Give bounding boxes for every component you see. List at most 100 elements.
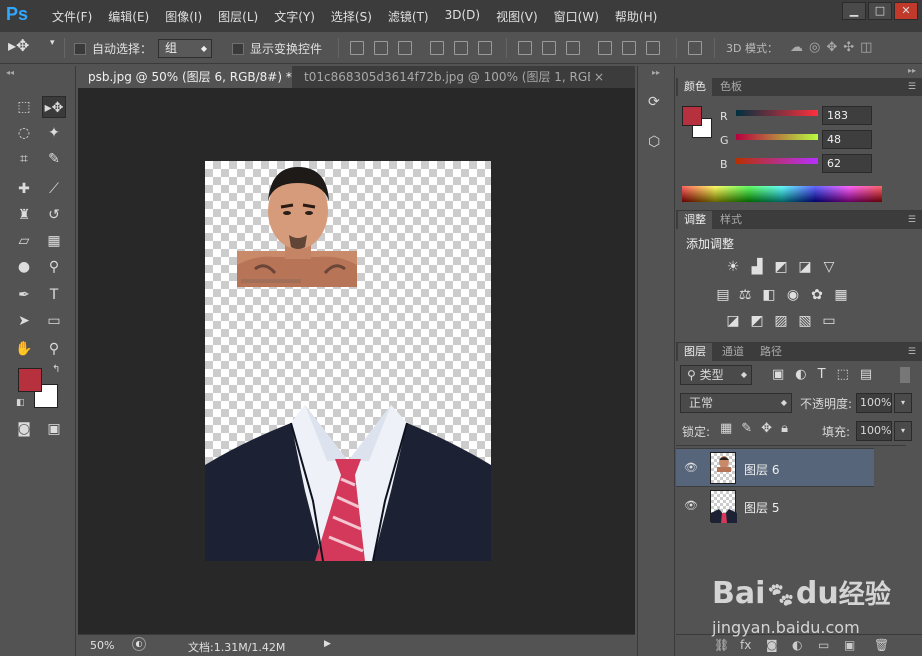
filter-toggle[interactable] [900,367,910,383]
align-right-icon[interactable] [478,41,492,55]
menu-filter[interactable]: 滤镜(T) [388,8,429,25]
threshold-icon[interactable]: ▨ [772,313,790,329]
hand-tool-icon[interactable]: ✋ [12,338,36,360]
rectangle-tool-icon[interactable]: ▭ [42,310,66,332]
history-brush-tool-icon[interactable]: ↺ [42,204,66,226]
layer-name[interactable]: 图层 5 [744,499,779,516]
menu-file[interactable]: 文件(F) [52,8,92,25]
menu-view[interactable]: 视图(V) [496,8,538,25]
fill-value[interactable]: 100% [856,421,892,441]
move-tool-preset-icon[interactable]: ▸✥ [8,36,29,55]
canvas-area[interactable] [78,88,635,634]
panel-menu-icon[interactable]: ☰ [908,215,916,225]
tab-styles[interactable]: 样式 [714,211,748,229]
eyedropper-tool-icon[interactable]: ✎ [42,148,66,170]
distribute-left-icon[interactable] [598,41,612,55]
quick-mask-icon[interactable]: ◙ [12,418,36,440]
color-spectrum[interactable] [682,186,882,202]
red-slider[interactable] [736,110,818,116]
fill-slider-button[interactable]: ▾ [894,421,912,441]
minimize-button[interactable]: ▁ [842,2,866,20]
tab-psb[interactable]: psb.jpg @ 50% (图层 6, RGB/8#) * × [78,66,292,88]
gradient-tool-icon[interactable]: ▦ [42,230,66,252]
swap-colors-icon[interactable]: ↰ [52,364,60,375]
channel-mixer-icon[interactable]: ✿ [808,287,826,303]
distribute-hcenter-icon[interactable] [622,41,636,55]
3d-panel-icon[interactable]: ⬡ [648,134,660,150]
opacity-value[interactable]: 100% [856,393,892,413]
collapse-icon[interactable]: ▸▸ [908,66,916,75]
invert-icon[interactable]: ◪ [724,313,742,329]
healing-brush-tool-icon[interactable]: ✚ [12,178,36,200]
tab-swatches[interactable]: 色板 [714,78,748,96]
lasso-tool-icon[interactable]: ◌ [12,122,36,144]
screen-mode-icon[interactable]: ▣ [42,418,66,440]
layer-name[interactable]: 图层 6 [744,461,779,478]
default-colors-icon[interactable]: ◧ [16,398,25,408]
align-hcenter-icon[interactable] [454,41,468,55]
align-bottom-icon[interactable] [398,41,412,55]
color-lookup-icon[interactable]: ▦ [832,287,850,303]
panel-menu-icon[interactable]: ☰ [908,347,916,357]
opacity-slider-button[interactable]: ▾ [894,393,912,413]
expand-icon[interactable]: ▸▸ [652,68,660,77]
fg-color-swatch[interactable] [682,106,702,126]
tab-paths[interactable]: 路径 [754,343,788,361]
align-top-icon[interactable] [350,41,364,55]
align-vcenter-icon[interactable] [374,41,388,55]
menu-help[interactable]: 帮助(H) [615,8,657,25]
photo-filter-icon[interactable]: ◉ [784,287,802,303]
layer-filter-dropdown[interactable]: ⚲ 类型 ◆ [680,365,752,385]
align-left-icon[interactable] [430,41,444,55]
marquee-tool-icon[interactable]: ⬚ [12,96,36,118]
tab-t01c868[interactable]: t01c868305d3614f72b.jpg @ 100% (图层 1, RG… [294,66,590,88]
gradient-map-icon[interactable]: ▭ [820,313,838,329]
brightness-icon[interactable]: ☀ [724,259,742,275]
zoom-tool-icon[interactable]: ⚲ [42,338,66,360]
curves-icon[interactable]: ◩ [772,259,790,275]
green-slider[interactable] [736,134,818,140]
exposure-icon[interactable]: ◪ [796,259,814,275]
levels-icon[interactable]: ▟ [748,259,766,275]
3d-mode-icons[interactable]: ☁◎✥✣◫ [790,40,878,55]
layer-filter-icons[interactable]: ▣◐T⬚▤ [772,367,883,382]
foreground-color-swatch[interactable] [18,368,42,392]
close-tab-icon[interactable]: × [590,66,612,88]
dodge-tool-icon[interactable]: ⚲ [42,256,66,278]
blur-tool-icon[interactable]: ● [12,256,36,278]
layer-row[interactable]: 👁︎ 图层 6 [676,448,874,486]
selective-color-icon[interactable]: ▧ [796,313,814,329]
auto-select-dropdown[interactable]: 组 ◆ [158,39,212,58]
move-tool-icon[interactable]: ▸✥ [42,96,66,118]
type-tool-icon[interactable]: T [42,284,66,306]
path-selection-tool-icon[interactable]: ➤ [12,310,36,332]
lock-icons[interactable]: ▦✎✥🔒︎ [720,421,797,436]
maximize-button[interactable]: □ [868,2,892,20]
hue-saturation-icon[interactable]: ▤ [714,287,732,303]
blue-value[interactable]: 62 [822,154,872,173]
menu-edit[interactable]: 编辑(E) [108,8,149,25]
history-panel-icon[interactable]: ⟳ [648,94,660,110]
brush-tool-icon[interactable]: ⟋ [42,178,66,200]
vibrance-icon[interactable]: ▽ [820,259,838,275]
auto-select-checkbox[interactable]: 自动选择： [74,40,152,57]
crop-tool-icon[interactable]: ⌗ [12,148,36,170]
tab-color[interactable]: 颜色 [678,78,712,96]
status-menu-arrow-icon[interactable]: ▶ [324,639,331,649]
magic-wand-tool-icon[interactable]: ✦ [42,122,66,144]
distribute-bottom-icon[interactable] [566,41,580,55]
menu-layer[interactable]: 图层(L) [218,8,258,25]
close-button[interactable]: ✕ [894,2,918,20]
tab-layers[interactable]: 图层 [678,343,712,361]
blue-slider[interactable] [736,158,818,164]
posterize-icon[interactable]: ◩ [748,313,766,329]
visibility-eye-icon[interactable]: 👁︎ [684,499,698,512]
green-value[interactable]: 48 [822,130,872,149]
status-icon[interactable]: ◐ [132,637,146,651]
show-transform-checkbox[interactable]: 显示变换控件 [232,40,322,57]
layer-row[interactable]: 👁︎ 图层 5 [676,486,874,524]
tab-channels[interactable]: 通道 [716,343,750,361]
black-white-icon[interactable]: ◧ [760,287,778,303]
blend-mode-dropdown[interactable]: 正常 ◆ [680,393,792,413]
distribute-top-icon[interactable] [518,41,532,55]
